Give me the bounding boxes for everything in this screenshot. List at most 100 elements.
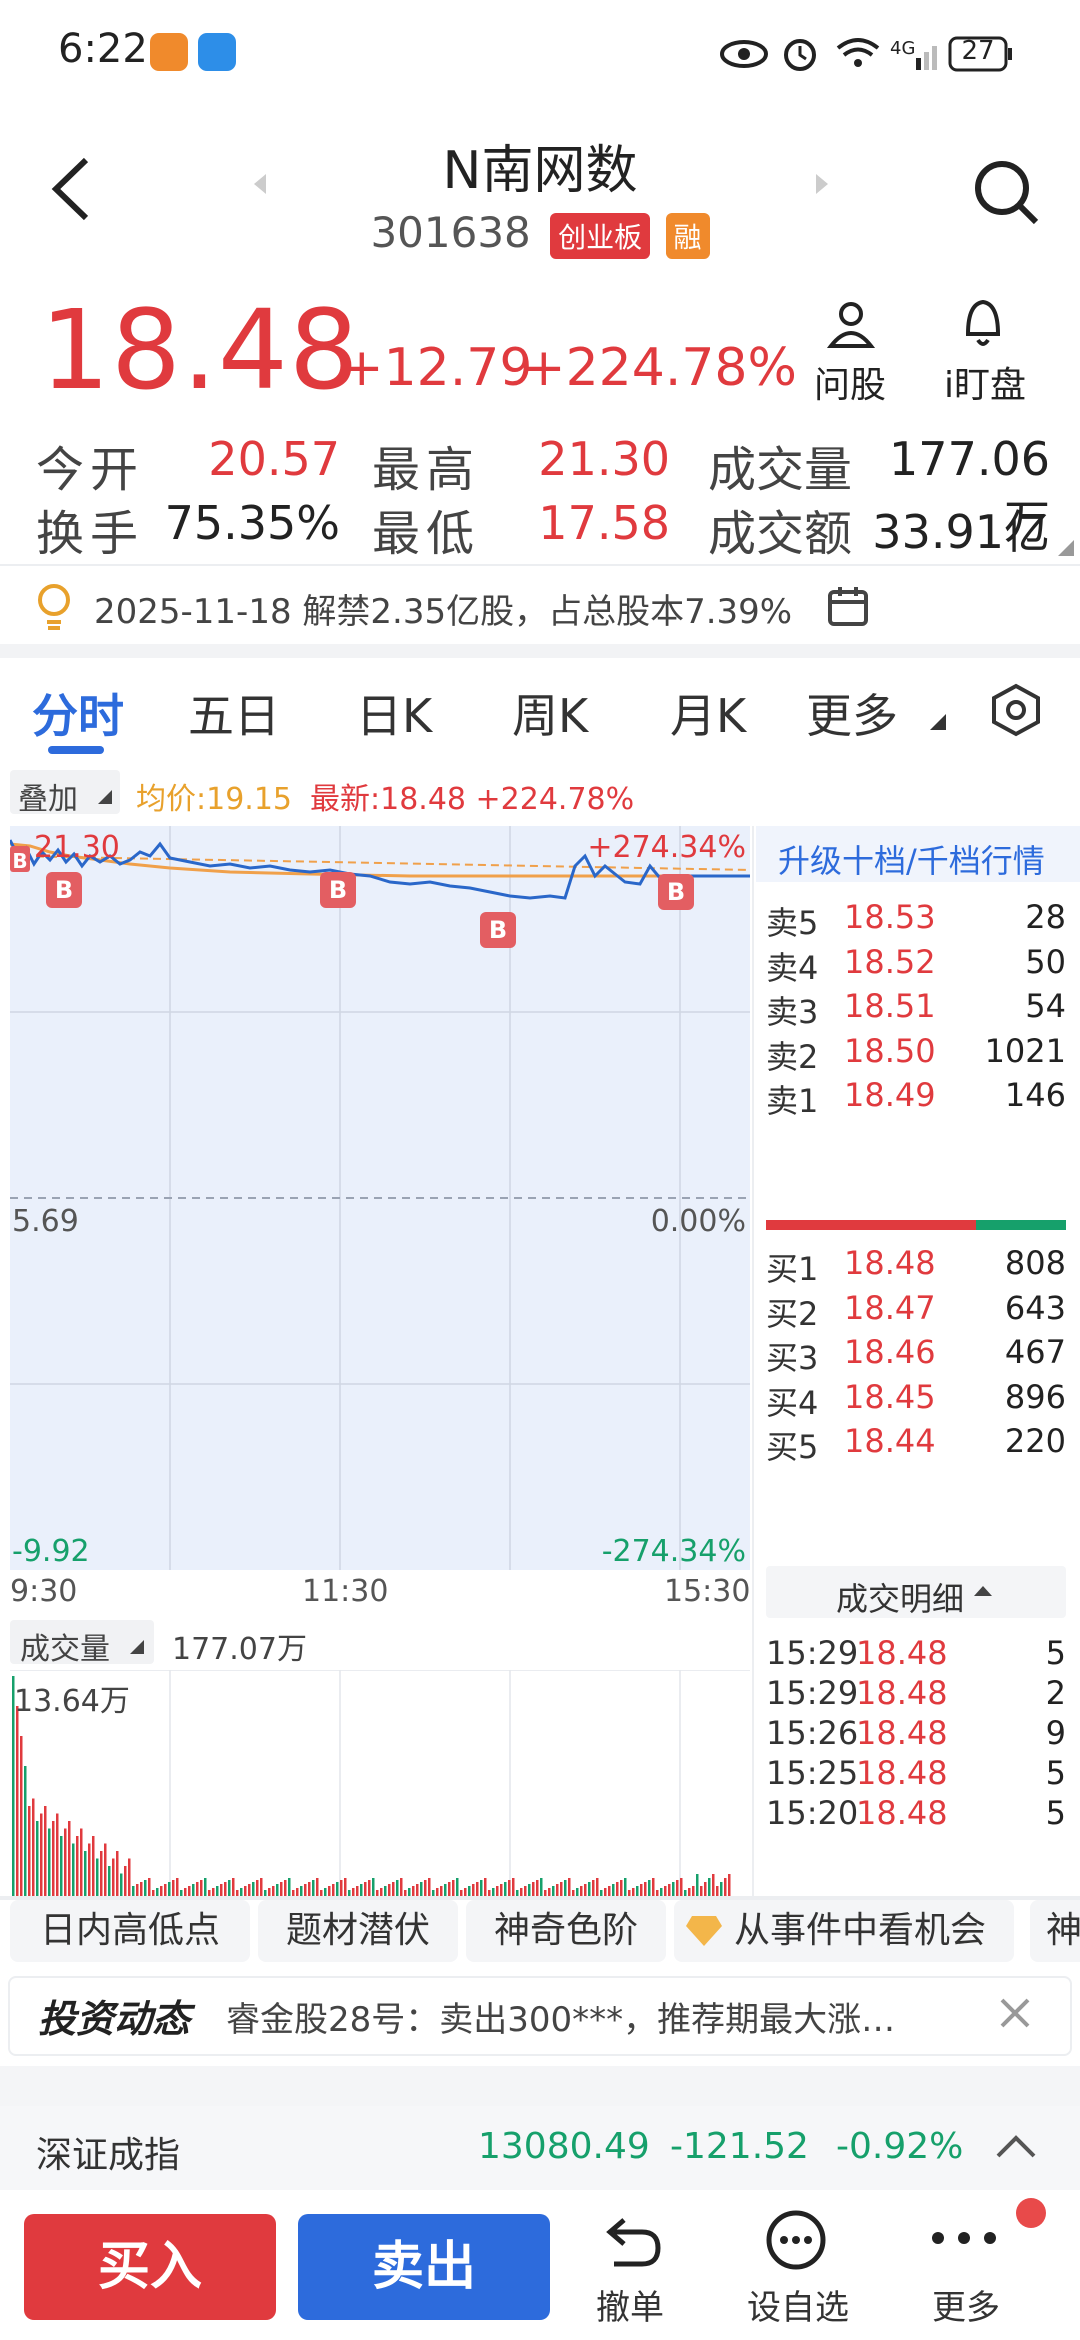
news-text[interactable]: 睿金股28号：卖出300***，推荐期最大涨… — [226, 1992, 946, 2041]
volume-bar — [436, 1888, 439, 1896]
volume-bar — [580, 1886, 583, 1896]
settings-hexagon-icon[interactable] — [988, 682, 1044, 738]
cancel-order-label[interactable]: 撤单 — [580, 2280, 680, 2329]
buy-marker[interactable]: B — [658, 878, 694, 906]
chip-overflow[interactable]: 神 — [1030, 1900, 1080, 1962]
volume-dropdown-icon — [130, 1640, 144, 1654]
volume-bar — [176, 1878, 179, 1896]
volume-bar — [280, 1882, 283, 1896]
margin-tag: 融 — [665, 212, 710, 259]
volume-bar — [500, 1884, 503, 1896]
tab-month-k[interactable]: 月K — [670, 680, 746, 746]
tab-five-day[interactable]: 五日 — [188, 680, 280, 746]
volume-bar — [124, 1866, 127, 1896]
bid-qty: 467 — [1004, 1333, 1066, 1371]
tab-more[interactable]: 更多 — [806, 680, 898, 746]
volume-bar — [448, 1882, 451, 1896]
unlock-notice[interactable]: 2025-11-18 解禁2.35亿股，占总股本7.39% — [94, 584, 792, 633]
bid-qty: 220 — [1004, 1422, 1066, 1460]
volume-bar — [112, 1858, 115, 1896]
volume-bar — [344, 1878, 347, 1896]
ask-qty: 50 — [1025, 942, 1066, 981]
expand-corner-icon[interactable] — [1058, 540, 1074, 556]
sell-button[interactable]: 卖出 — [298, 2214, 550, 2320]
bid-level-label: 买3 — [766, 1339, 819, 1377]
volume-indicator-button[interactable]: 成交量 — [10, 1620, 154, 1667]
volume-bar — [132, 1886, 135, 1896]
volume-bar — [396, 1880, 399, 1896]
search-icon[interactable] — [972, 158, 1042, 228]
volume-bar — [312, 1880, 315, 1896]
volume-bar — [536, 1880, 539, 1896]
volume-bar — [408, 1888, 411, 1896]
trade-detail-header[interactable]: 成交明细 — [766, 1566, 1066, 1618]
volume-bar — [300, 1886, 303, 1896]
add-watchlist-label[interactable]: 设自选 — [736, 2280, 860, 2329]
volume-bar — [100, 1851, 103, 1896]
volume-bar — [728, 1874, 731, 1896]
buy-marker[interactable]: B — [480, 916, 516, 944]
ask-stock-label[interactable]: 问股 — [800, 356, 900, 408]
chart-mid-price: 5.69 — [12, 1204, 79, 1239]
more-dots-icon[interactable] — [928, 2228, 1000, 2248]
ask-bar — [766, 1220, 976, 1230]
ask-stock-icon[interactable] — [826, 296, 876, 352]
chip-intraday-high-low[interactable]: 日内高低点 — [10, 1900, 250, 1962]
news-logo: 投资动态 — [38, 1997, 191, 2041]
volume-bar — [496, 1886, 499, 1896]
index-change: -121.52 — [670, 2126, 809, 2167]
wifi-icon — [836, 38, 880, 67]
tab-intraday[interactable]: 分时 — [32, 680, 124, 746]
bid-bar — [976, 1220, 1066, 1230]
volume-bar — [636, 1886, 639, 1896]
eye-icon — [720, 40, 768, 68]
volume-bar — [584, 1884, 587, 1896]
buy-marker[interactable]: B — [10, 849, 30, 873]
volume-bar — [204, 1878, 207, 1896]
chevron-up-icon[interactable] — [996, 2134, 1036, 2160]
calendar-icon[interactable] — [826, 584, 870, 628]
trade-qty: 5 — [1045, 1754, 1066, 1792]
close-icon[interactable] — [998, 1996, 1032, 2030]
buy-button[interactable]: 买入 — [24, 2214, 276, 2320]
volume-total: 177.07万 — [172, 1632, 307, 1667]
volume-bar — [240, 1888, 243, 1896]
chip-event-opportunity[interactable]: 从事件中看机会 — [674, 1900, 1014, 1962]
volume-bar — [708, 1878, 711, 1896]
volume-bar — [68, 1821, 71, 1896]
tab-day-k[interactable]: 日K — [356, 680, 432, 746]
volume-bar — [364, 1882, 367, 1896]
volume-bar — [676, 1880, 679, 1896]
volume-bar — [256, 1880, 259, 1896]
trade-price: 18.48 — [856, 1674, 948, 1712]
trade-qty: 5 — [1045, 1794, 1066, 1832]
tab-week-k[interactable]: 周K — [512, 680, 588, 746]
chart-low-price: -9.92 — [12, 1534, 90, 1569]
overlay-button[interactable]: 叠加 — [10, 770, 120, 817]
volume-bar — [324, 1888, 327, 1896]
lightbulb-icon — [38, 584, 70, 630]
more-label[interactable]: 更多 — [916, 2280, 1016, 2329]
buy-marker[interactable]: B — [320, 876, 356, 904]
volume-bar — [272, 1886, 275, 1896]
volume-bar — [640, 1884, 643, 1896]
upgrade-quote-banner[interactable]: 升级十档/千档行情 — [756, 826, 1080, 882]
volume-bar — [464, 1888, 467, 1896]
volume-bar — [576, 1888, 579, 1896]
board-tag: 创业板 — [550, 212, 651, 259]
bid-level-label: 买4 — [766, 1383, 819, 1422]
chip-magic-color[interactable]: 神奇色阶 — [466, 1900, 666, 1962]
chat-dots-icon[interactable] — [764, 2208, 828, 2272]
bell-icon[interactable] — [960, 292, 1006, 352]
next-stock-icon[interactable] — [812, 170, 832, 198]
volume-bar — [608, 1886, 611, 1896]
latest-price: 最新:18.48 +224.78% — [310, 782, 635, 817]
volume-bar — [188, 1886, 191, 1896]
undo-icon[interactable] — [600, 2212, 664, 2272]
volume-bar — [136, 1884, 139, 1896]
volume-bar — [268, 1888, 271, 1896]
watch-label[interactable]: i盯盘 — [930, 356, 1040, 408]
buy-marker[interactable]: B — [46, 876, 82, 904]
volume-bar — [160, 1886, 163, 1896]
chip-theme-ambush[interactable]: 题材潜伏 — [258, 1900, 458, 1962]
